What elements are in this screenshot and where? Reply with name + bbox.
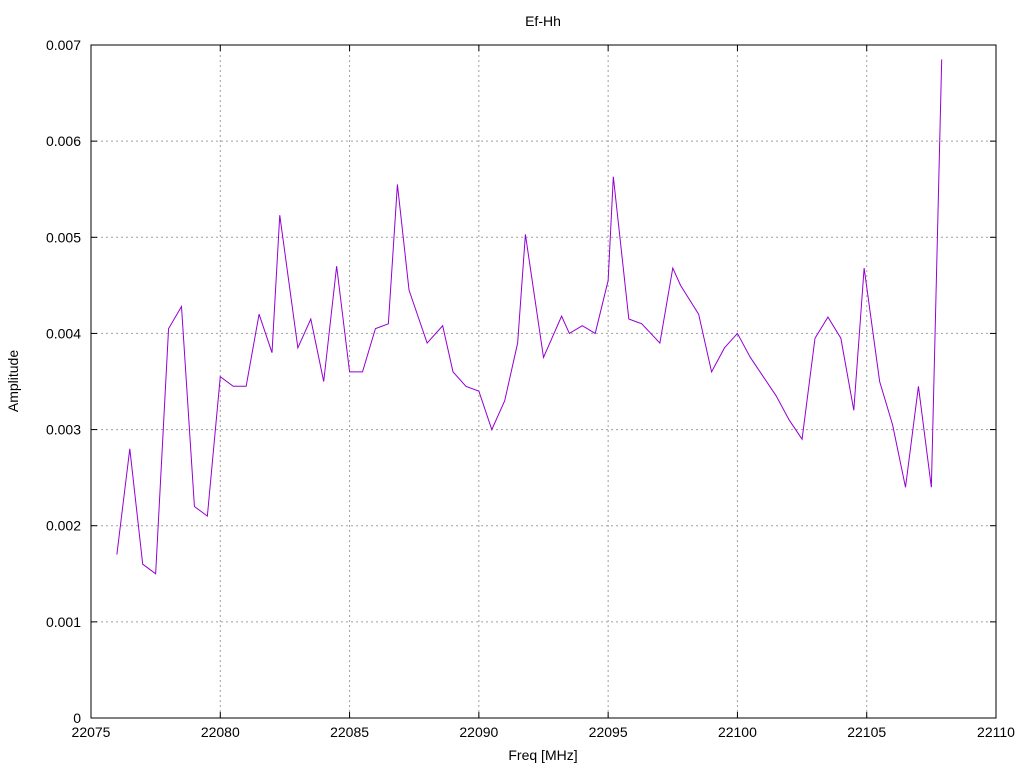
x-tick-label: 22105: [847, 724, 886, 740]
y-axis-title: Amplitude: [5, 350, 21, 412]
x-tick-label: 22080: [201, 724, 240, 740]
x-axis-title: Freq [MHz]: [508, 747, 577, 763]
x-tick-label: 22095: [589, 724, 628, 740]
y-tick-label: 0.003: [46, 422, 81, 438]
y-tick-label: 0.007: [46, 37, 81, 53]
y-tick-label: 0: [73, 710, 81, 726]
chart-title: Ef-Hh: [525, 13, 561, 29]
y-tick-label: 0.005: [46, 229, 81, 245]
y-tick-label: 0.004: [46, 325, 81, 341]
y-tick-label: 0.006: [46, 133, 81, 149]
x-tick-label: 22110: [977, 724, 1015, 740]
series-line-0: [116, 59, 943, 575]
x-tick-label: 22100: [718, 724, 757, 740]
axis-ticks: 22075 22080 22085 22090 22095 22100 22105 22110…: [46, 37, 1015, 740]
plot-series: [116, 59, 943, 575]
x-tick-label: 22090: [459, 724, 498, 740]
chart: Ef-Hh 22075 22080 22085 22090 22095 22100 2210…: [5, 13, 1015, 763]
x-tick-label: 22075: [72, 724, 111, 740]
x-tick-label: 22085: [330, 724, 369, 740]
y-tick-label: 0.001: [46, 614, 81, 630]
y-tick-label: 0.002: [46, 518, 81, 534]
